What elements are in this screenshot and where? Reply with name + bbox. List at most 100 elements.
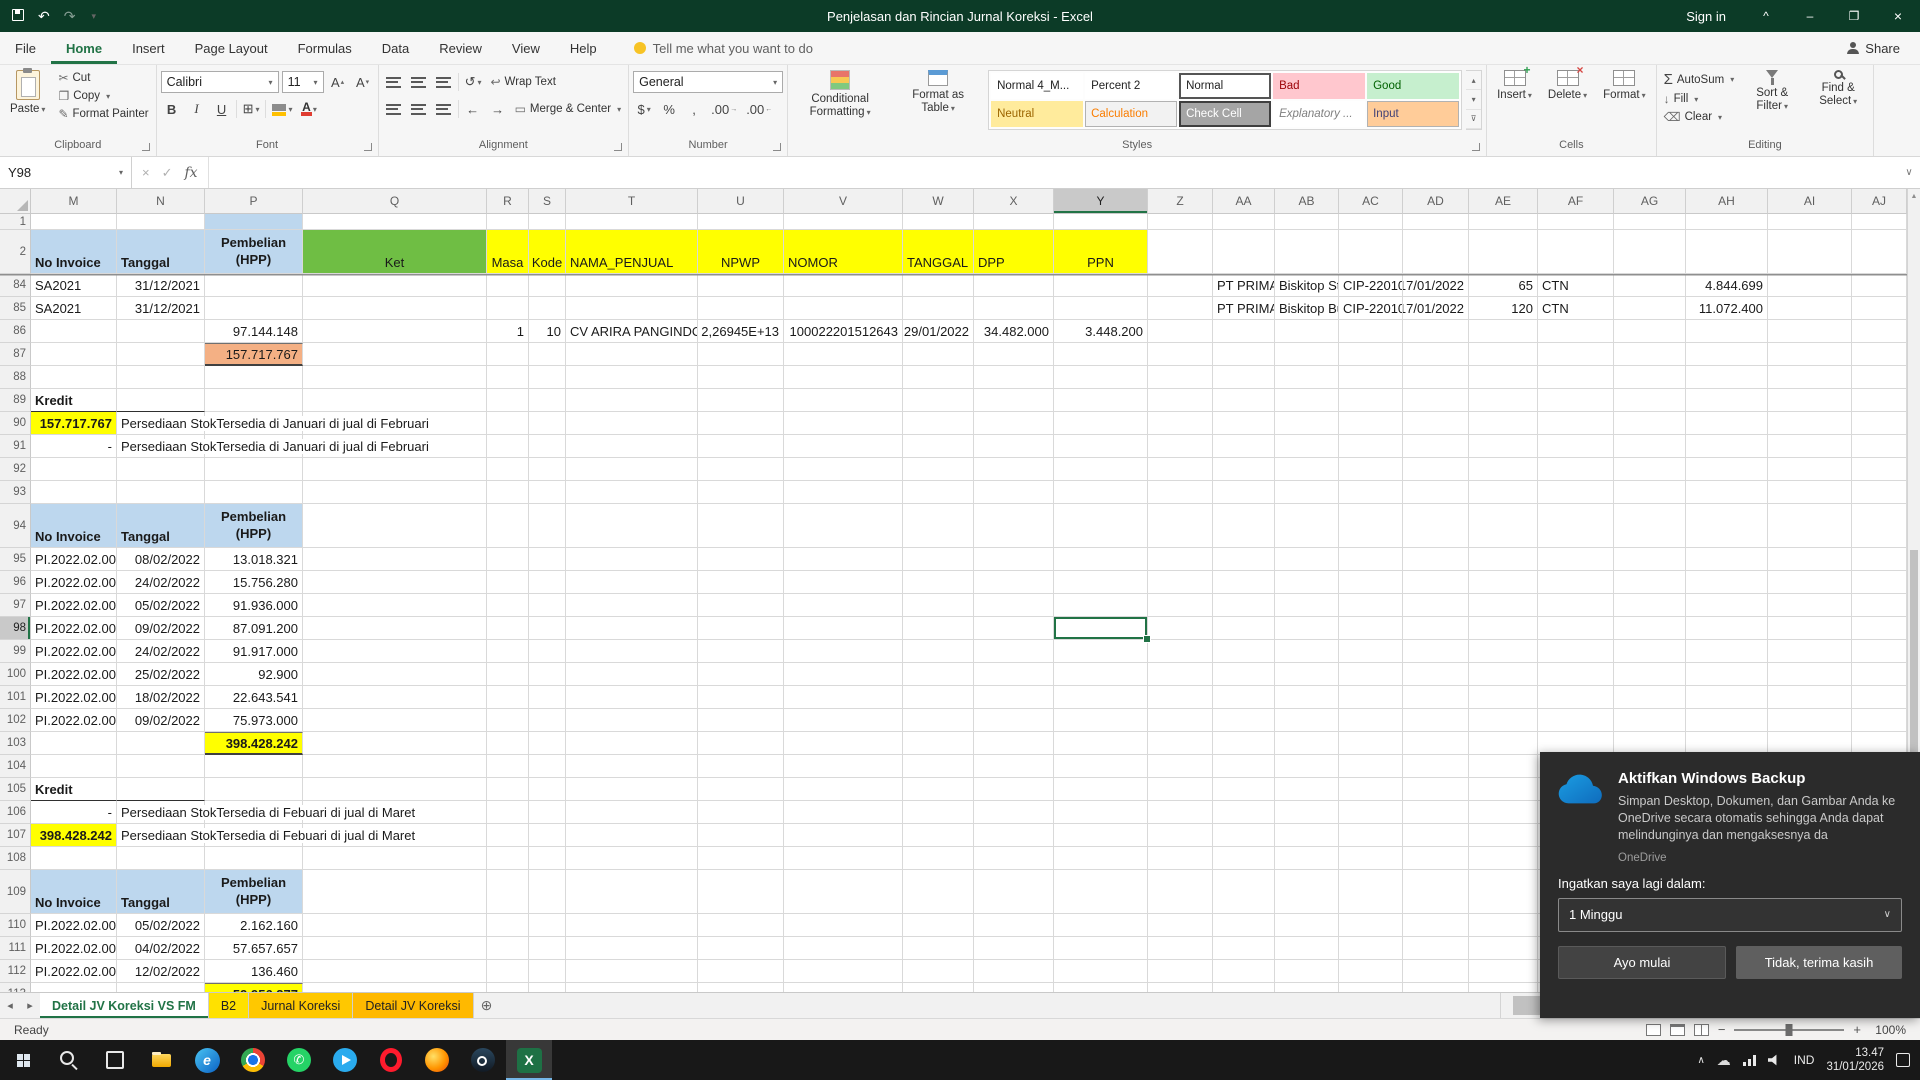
cell-AE98[interactable] (1469, 617, 1538, 640)
cell-Q109[interactable] (303, 870, 487, 914)
cell-U111[interactable] (698, 937, 784, 960)
cell-R92[interactable] (487, 458, 529, 481)
cell-T93[interactable] (566, 481, 698, 504)
column-header-P[interactable]: P (205, 189, 303, 214)
cell-N101[interactable]: 18/02/2022 (117, 686, 205, 709)
cell-N108[interactable] (117, 847, 205, 870)
cell-W93[interactable] (903, 481, 974, 504)
cell-V90[interactable] (784, 412, 903, 435)
cell-Q2[interactable]: Ket (303, 230, 487, 274)
cell-Y101[interactable] (1054, 686, 1148, 709)
cell-X86[interactable]: 34.482.000 (974, 320, 1054, 343)
cell-AF93[interactable] (1538, 481, 1614, 504)
cell-Z87[interactable] (1148, 343, 1213, 366)
cell-Z92[interactable] (1148, 458, 1213, 481)
sheet-tab-b2[interactable]: B2 (208, 993, 250, 1018)
cell-W91[interactable] (903, 435, 974, 458)
cell-T97[interactable] (566, 594, 698, 617)
cell-M85[interactable]: SA2021 (31, 297, 117, 320)
cell-AD87[interactable] (1403, 343, 1469, 366)
cell-N97[interactable]: 05/02/2022 (117, 594, 205, 617)
cell-AF92[interactable] (1538, 458, 1614, 481)
font-size-select[interactable]: 11 ▾ (281, 71, 324, 93)
align-top-button[interactable] (383, 71, 405, 93)
cell-AH90[interactable] (1686, 412, 1768, 435)
sort-filter-button[interactable]: Sort & Filter ▾ (1741, 68, 1803, 115)
cell-U105[interactable] (698, 778, 784, 801)
cell-U106[interactable] (698, 801, 784, 824)
ayo-mulai-button[interactable]: Ayo mulai (1558, 945, 1726, 979)
cell-AH85[interactable]: 11.072.400 (1686, 297, 1768, 320)
cell-M90[interactable]: 157.717.767 (31, 412, 117, 435)
cell-V105[interactable] (784, 778, 903, 801)
language-indicator[interactable]: IND (1794, 1053, 1815, 1067)
cell-T86[interactable]: CV ARIRA PANGINDO (566, 320, 698, 343)
cell-AE104[interactable] (1469, 755, 1538, 778)
cell-AG101[interactable] (1614, 686, 1686, 709)
cell-S84[interactable] (529, 274, 566, 297)
cell-S93[interactable] (529, 481, 566, 504)
column-header-AD[interactable]: AD (1403, 189, 1469, 214)
tidak-terima-kasih-button[interactable]: Tidak, terima kasih (1736, 945, 1902, 979)
cell-Z104[interactable] (1148, 755, 1213, 778)
cell-N102[interactable]: 09/02/2022 (117, 709, 205, 732)
cell-X106[interactable] (974, 801, 1054, 824)
cell-T99[interactable] (566, 640, 698, 663)
cell-AB84[interactable]: Biskitop Sti (1275, 274, 1339, 297)
cell-M91[interactable]: - (31, 435, 117, 458)
cell-AC106[interactable] (1339, 801, 1403, 824)
cell-AC103[interactable] (1339, 732, 1403, 755)
cell-AE100[interactable] (1469, 663, 1538, 686)
cell-AD89[interactable] (1403, 389, 1469, 412)
cell-N94[interactable]: Tanggal (117, 504, 205, 548)
ribbon-tab-page-layout[interactable]: Page Layout (180, 32, 283, 64)
cell-AD99[interactable] (1403, 640, 1469, 663)
cell-X104[interactable] (974, 755, 1054, 778)
gallery-down-button[interactable]: ▾ (1466, 90, 1482, 110)
column-header-AG[interactable]: AG (1614, 189, 1686, 214)
cell-P87[interactable]: 157.717.767 (205, 343, 303, 366)
cell-AE105[interactable] (1469, 778, 1538, 801)
cell-W100[interactable] (903, 663, 974, 686)
cell-R105[interactable] (487, 778, 529, 801)
cell-W111[interactable] (903, 937, 974, 960)
cell-AD104[interactable] (1403, 755, 1469, 778)
cell-Q96[interactable] (303, 571, 487, 594)
cell-N109[interactable]: Tanggal (117, 870, 205, 914)
cell-AH93[interactable] (1686, 481, 1768, 504)
cell-S103[interactable] (529, 732, 566, 755)
cell-AD111[interactable] (1403, 937, 1469, 960)
column-header-S[interactable]: S (529, 189, 566, 214)
cell-N85[interactable]: 31/12/2021 (117, 297, 205, 320)
cell-Q86[interactable] (303, 320, 487, 343)
column-header-Q[interactable]: Q (303, 189, 487, 214)
cell-AE106[interactable] (1469, 801, 1538, 824)
decrease-indent-button[interactable]: ← (462, 98, 484, 120)
cell-AE99[interactable] (1469, 640, 1538, 663)
cell-AD106[interactable] (1403, 801, 1469, 824)
cell-AD109[interactable] (1403, 870, 1469, 914)
cell-AE108[interactable] (1469, 847, 1538, 870)
cell-P101[interactable]: 22.643.541 (205, 686, 303, 709)
cell-N106[interactable]: Persediaan StokTersedia di Febuari di ju… (117, 801, 422, 824)
cell-AI87[interactable] (1768, 343, 1852, 366)
cell-AJ93[interactable] (1852, 481, 1907, 504)
cell-AE91[interactable] (1469, 435, 1538, 458)
cell-AE89[interactable] (1469, 389, 1538, 412)
cell-S100[interactable] (529, 663, 566, 686)
insert-cells-button[interactable]: + Insert ▾ (1491, 65, 1538, 104)
cell-Q85[interactable] (303, 297, 487, 320)
cell-AH94[interactable] (1686, 504, 1768, 548)
cell-AC100[interactable] (1339, 663, 1403, 686)
cell-M93[interactable] (31, 481, 117, 504)
cell-Z84[interactable] (1148, 274, 1213, 297)
sheet-tab-detail-jv-koreksi-vs-fm[interactable]: Detail JV Koreksi VS FM (40, 993, 209, 1018)
cell-T89[interactable] (566, 389, 698, 412)
cell-S109[interactable] (529, 870, 566, 914)
cell-AG89[interactable] (1614, 389, 1686, 412)
cell-T95[interactable] (566, 548, 698, 571)
cell-R84[interactable] (487, 274, 529, 297)
cell-P84[interactable] (205, 274, 303, 297)
cell-M87[interactable] (31, 343, 117, 366)
cell-AJ101[interactable] (1852, 686, 1907, 709)
